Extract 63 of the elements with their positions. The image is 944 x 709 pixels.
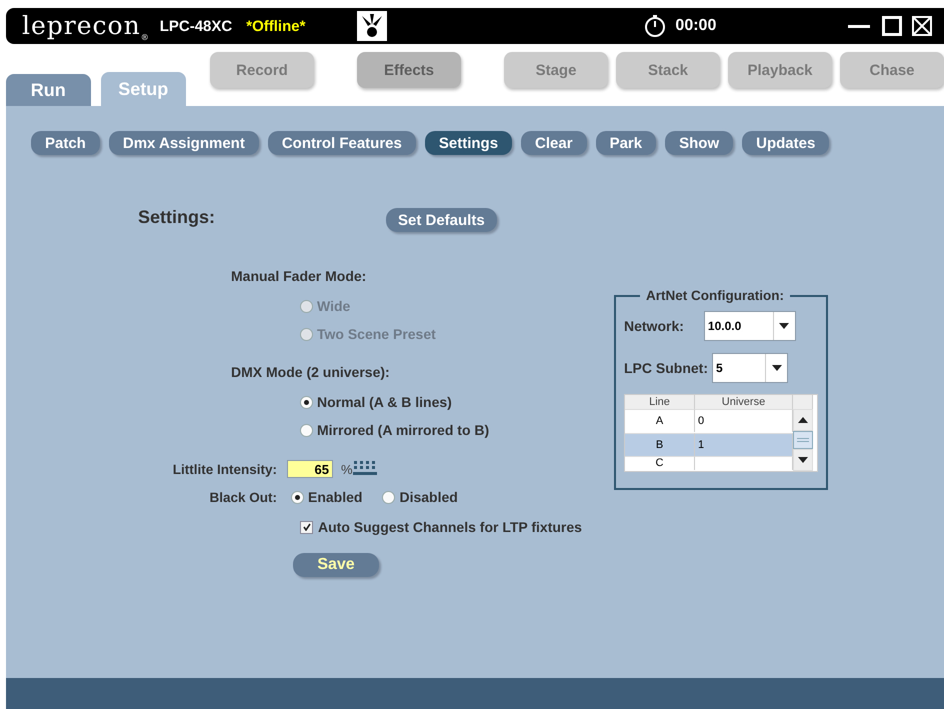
radio-icon[interactable] [300,396,313,408]
nav-button[interactable]: Show [665,131,734,155]
set-defaults-button[interactable]: Set Defaults [386,208,497,232]
scrollbar[interactable] [793,409,813,471]
group-title: ArtNet Configuration: [645,288,785,303]
field-label: Network: [624,318,684,334]
timer: 00:00 [675,17,716,35]
nav-button[interactable]: Dmx Assignment [108,131,259,155]
radio-icon[interactable] [291,490,304,504]
field-label: LPC Subnet: [624,360,708,376]
logo-icon [357,11,388,41]
table-cell[interactable]: 0 [695,409,793,432]
nav-button[interactable]: Settings [424,131,512,155]
table-cell[interactable]: C [625,456,695,470]
mode-button[interactable]: Stage [504,52,608,88]
maximize-icon[interactable] [882,16,902,36]
nav-button[interactable]: Patch [31,131,100,155]
down-arrow-icon[interactable] [798,457,808,463]
radio-label: Enabled [308,489,362,505]
nav-button[interactable]: Updates [742,131,830,155]
stopwatch-icon [643,14,668,38]
column-header: Universe [695,395,793,409]
save-button[interactable]: Save [293,553,379,577]
radio-option[interactable]: Disabled [382,489,458,505]
mode-button[interactable]: Playback [728,52,832,88]
network-dropdown[interactable]: 10.0.0 [704,311,796,341]
minimize-icon[interactable] [848,24,870,28]
close-icon[interactable] [912,16,932,36]
table-cell[interactable]: B [625,432,695,456]
section-title: Settings: [138,206,216,228]
field-label: Black Out: [208,490,278,504]
subnet-dropdown[interactable]: 5 [712,353,788,383]
radio-icon[interactable] [382,490,396,504]
unit-label: % [341,462,353,476]
mode-button[interactable]: Chase [840,52,944,88]
radio-option[interactable]: Enabled [291,489,362,505]
logo: leprecon$_{®}$ [22,10,150,42]
column-header: Line [625,395,695,409]
table-cell[interactable]: A [625,409,695,432]
table-cell[interactable]: 1 [695,432,793,456]
checkbox-label: Auto Suggest Channels for LTP fixtures [318,519,582,535]
mode-button[interactable]: Record [210,52,314,88]
down-arrow-icon[interactable] [779,323,790,329]
radio-label: Wide [317,298,350,314]
main-tab[interactable]: Run [6,74,91,106]
field-label: Littlite Intensity: [172,462,278,476]
group-label: Manual Fader Mode: [231,268,368,284]
table-cell[interactable] [695,456,793,470]
up-arrow-icon[interactable] [798,417,808,423]
mode-button[interactable]: Stack [616,52,720,88]
group-label: DMX Mode (2 universe): [231,364,391,380]
checkbox[interactable] [300,520,313,534]
keypad-icon[interactable] [352,460,377,478]
intensity-field[interactable]: 65 [287,460,333,478]
radio-label: Disabled [399,489,458,505]
nav-button[interactable]: Park [596,131,656,155]
nav-button[interactable]: Control Features [268,131,416,155]
down-arrow-icon[interactable] [772,365,782,371]
status-text: *Offline* [246,18,306,34]
nav-button[interactable]: Clear [521,131,587,155]
mode-button[interactable]: Effects [357,52,461,88]
model-name: LPC-48XC [160,18,232,34]
radio-icon[interactable] [300,424,313,436]
